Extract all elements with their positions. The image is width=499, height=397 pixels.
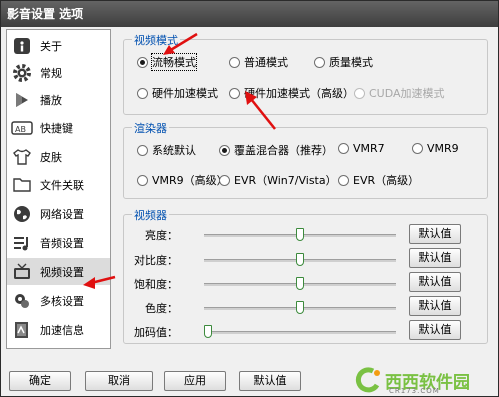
sidebar-item-label: 常规 bbox=[40, 66, 62, 80]
sidebar-item-label: 多核设置 bbox=[40, 294, 84, 308]
hue-slider[interactable] bbox=[204, 301, 396, 315]
radio-circle bbox=[229, 56, 240, 68]
cancel-button[interactable]: 取消 bbox=[85, 371, 153, 391]
radio-cuda-accel[interactable]: CUDA加速模式 bbox=[354, 85, 445, 101]
video-settings-panel: 视频模式 流畅模式 普通模式 质量模式 硬件加速模式 硬件加速模式（高级） CU… bbox=[118, 29, 493, 349]
slider-thumb[interactable] bbox=[296, 277, 304, 290]
sidebar-item-network[interactable]: 网络设置 bbox=[7, 200, 110, 227]
sidebar-item-label: 关于 bbox=[40, 39, 62, 53]
watermark-logo: 西西软件园 CR173.COM bbox=[353, 365, 498, 395]
renderer-title: 渲染器 bbox=[132, 120, 169, 136]
radio-circle bbox=[137, 87, 148, 99]
annotation-arrow-icon bbox=[245, 91, 276, 130]
sidebar-item-label: 快捷键 bbox=[40, 121, 73, 135]
sidebar-item-label: 网络设置 bbox=[40, 207, 84, 221]
default-button[interactable]: 默认值 bbox=[239, 371, 301, 391]
keyboard-icon: AB bbox=[11, 117, 33, 139]
renderer-group: 渲染器 系统默认 覆盖混合器（推荐） VMR7 VMR9 VMR9（高级） EV… bbox=[123, 120, 488, 199]
gain-label: 加码值： bbox=[134, 326, 178, 339]
cpu-icon bbox=[11, 290, 33, 312]
slider-thumb[interactable] bbox=[296, 253, 304, 266]
radio-circle bbox=[412, 143, 423, 154]
brightness-slider[interactable] bbox=[204, 228, 396, 242]
saturation-default-button[interactable]: 默认值 bbox=[409, 272, 461, 292]
sidebar-item-file-assoc[interactable]: 文件关联 bbox=[7, 171, 110, 198]
annotation-arrow-icon bbox=[163, 32, 198, 55]
sidebar-item-audio[interactable]: 音频设置 bbox=[7, 229, 110, 256]
radio-quality-mode[interactable]: 质量模式 bbox=[314, 54, 373, 70]
svg-text:AB: AB bbox=[15, 125, 26, 134]
slider-thumb[interactable] bbox=[204, 325, 212, 338]
contrast-slider[interactable] bbox=[204, 253, 396, 267]
radio-overlay-mixer[interactable]: 覆盖混合器（推荐） bbox=[219, 142, 333, 158]
sidebar-item-label: 音频设置 bbox=[40, 236, 84, 250]
settings-window: 影音设置 选项 关于 常规 播放 AB 快捷键 皮肤 文件关联 网络设置 音频设… bbox=[0, 0, 499, 397]
gain-slider[interactable] bbox=[204, 325, 396, 339]
sidebar-item-about[interactable]: 关于 bbox=[7, 32, 110, 59]
gain-default-button[interactable]: 默认值 bbox=[409, 320, 461, 340]
radio-normal-mode[interactable]: 普通模式 bbox=[229, 54, 288, 70]
folder-icon bbox=[11, 174, 33, 196]
radio-circle bbox=[137, 56, 148, 68]
brightness-default-button[interactable]: 默认值 bbox=[409, 224, 461, 244]
radio-circle bbox=[137, 144, 148, 156]
ok-button[interactable]: 确定 bbox=[9, 371, 71, 391]
speed-icon bbox=[11, 319, 33, 341]
globe-icon bbox=[11, 203, 33, 225]
contrast-default-button[interactable]: 默认值 bbox=[409, 248, 461, 268]
audio-icon bbox=[11, 232, 33, 254]
info-icon bbox=[11, 35, 33, 57]
sidebar-item-general[interactable]: 常规 bbox=[7, 59, 110, 86]
radio-circle bbox=[338, 143, 349, 154]
radio-vmr9-advanced[interactable]: VMR9（高级） bbox=[137, 172, 228, 188]
sidebar-item-multicore[interactable]: 多核设置 bbox=[7, 287, 110, 314]
tv-icon bbox=[11, 261, 33, 283]
window-title: 影音设置 选项 bbox=[1, 1, 498, 27]
brightness-label: 亮度： bbox=[145, 229, 178, 242]
radio-vmr9[interactable]: VMR9 bbox=[412, 142, 459, 155]
radio-circle bbox=[338, 174, 349, 186]
saturation-label: 饱和度： bbox=[134, 278, 178, 291]
sidebar-item-skin[interactable]: 皮肤 bbox=[7, 143, 110, 170]
radio-system-default[interactable]: 系统默认 bbox=[137, 142, 196, 158]
sidebar-item-acceleration[interactable]: 加速信息 bbox=[7, 316, 110, 343]
saturation-slider[interactable] bbox=[204, 277, 396, 291]
sidebar-item-playback[interactable]: 播放 bbox=[7, 86, 110, 113]
sidebar-item-label: 皮肤 bbox=[40, 150, 62, 164]
gear-icon bbox=[11, 62, 33, 84]
radio-circle bbox=[219, 144, 230, 156]
radio-evr-advanced[interactable]: EVR（高级） bbox=[338, 172, 419, 188]
logo-icon bbox=[355, 367, 380, 393]
play-icon bbox=[11, 89, 33, 111]
slider-thumb[interactable] bbox=[296, 228, 304, 241]
contrast-label: 对比度： bbox=[134, 254, 178, 267]
sidebar-item-label: 视频设置 bbox=[40, 265, 84, 279]
video-adjust-title: 视频器 bbox=[132, 207, 169, 223]
radio-vmr7[interactable]: VMR7 bbox=[338, 142, 385, 155]
hue-label: 色度： bbox=[145, 302, 178, 315]
radio-circle bbox=[314, 56, 325, 68]
settings-sidebar: 关于 常规 播放 AB 快捷键 皮肤 文件关联 网络设置 音频设置 视频设置 多… bbox=[6, 29, 111, 349]
radio-circle bbox=[219, 174, 230, 186]
hue-default-button[interactable]: 默认值 bbox=[409, 296, 461, 316]
annotation-arrow-icon bbox=[83, 275, 116, 289]
radio-circle bbox=[229, 87, 240, 99]
radio-hw-accel[interactable]: 硬件加速模式 bbox=[137, 85, 218, 101]
sidebar-item-label: 文件关联 bbox=[40, 178, 84, 192]
sidebar-item-label: 播放 bbox=[40, 93, 62, 107]
radio-circle bbox=[354, 87, 365, 99]
watermark-sub: CR173.COM bbox=[389, 387, 440, 395]
sidebar-item-hotkeys[interactable]: AB 快捷键 bbox=[7, 114, 110, 141]
radio-circle bbox=[137, 174, 148, 186]
video-adjust-group: 视频器 亮度： 默认值 对比度： 默认值 饱和度： 默认值 色度： 默认值 加码… bbox=[123, 207, 488, 344]
slider-thumb[interactable] bbox=[296, 301, 304, 314]
apply-button[interactable]: 应用 bbox=[164, 371, 226, 391]
radio-evr-win7[interactable]: EVR（Win7/Vista） bbox=[219, 172, 337, 188]
sidebar-item-label: 加速信息 bbox=[40, 323, 84, 337]
shirt-icon bbox=[11, 146, 33, 168]
